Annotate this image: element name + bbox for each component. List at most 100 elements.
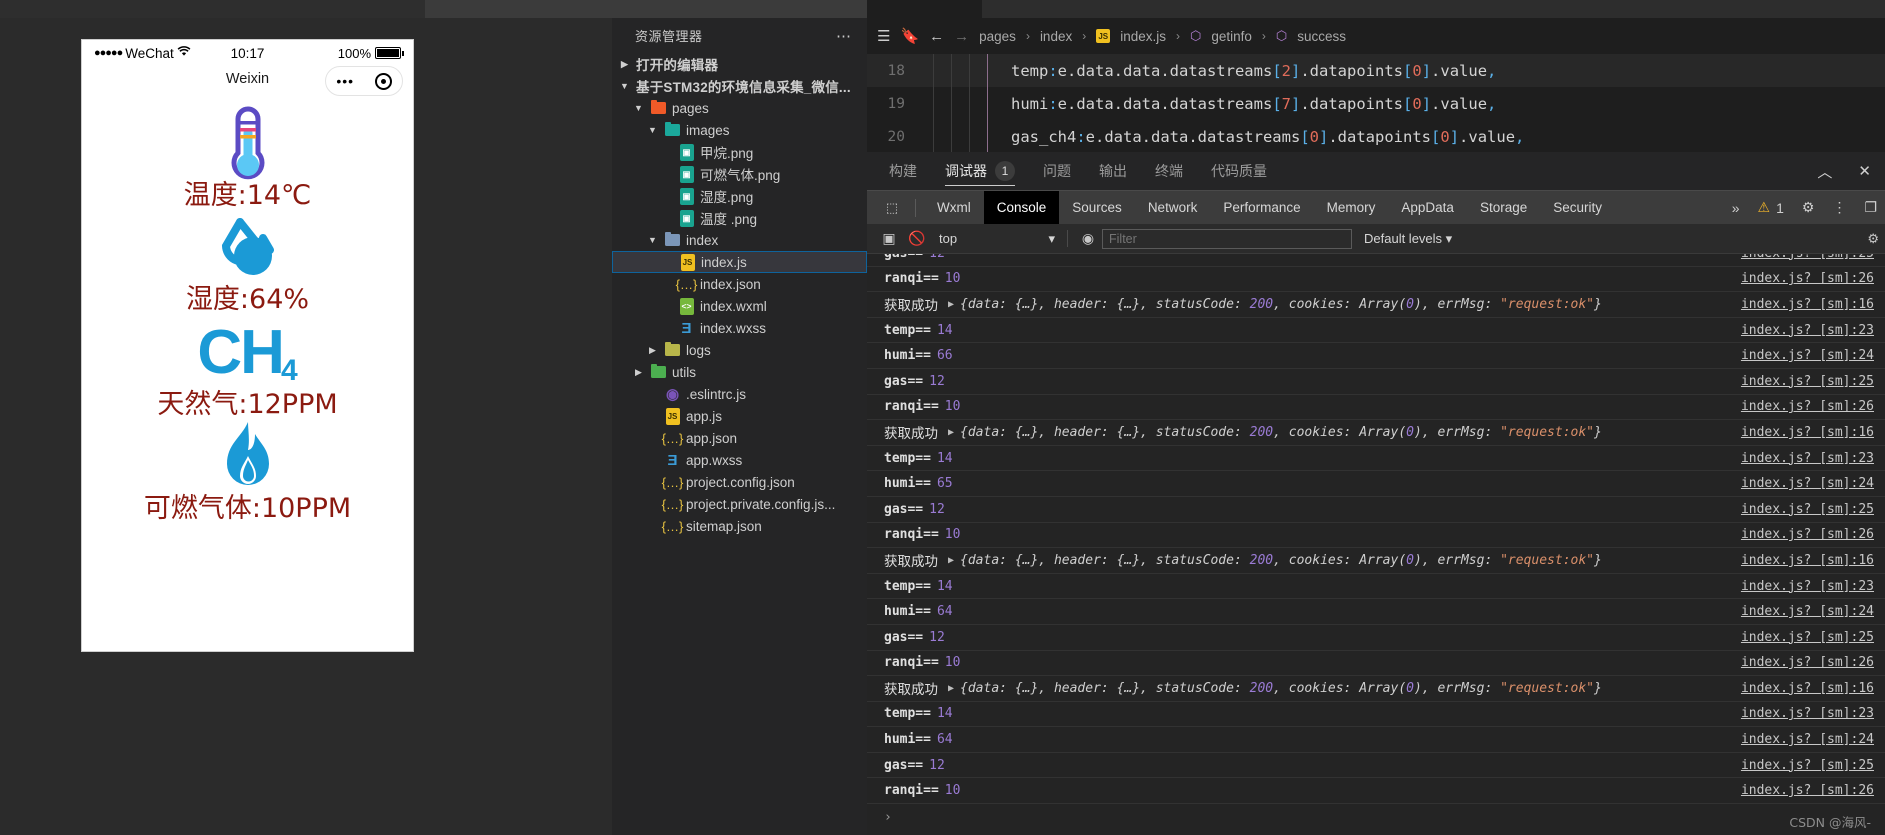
log-source-link[interactable]: index.js? [sm]:16 bbox=[1741, 681, 1874, 696]
log-source-link[interactable]: index.js? [sm]:25 bbox=[1741, 374, 1874, 389]
target-icon[interactable] bbox=[374, 72, 392, 90]
console-log-row[interactable]: gas== 12 index.js? [sm]:25 bbox=[867, 497, 1885, 523]
clear-console-icon[interactable]: 🚫 bbox=[903, 224, 931, 254]
log-source-link[interactable]: index.js? [sm]:26 bbox=[1741, 271, 1874, 286]
filter-input[interactable] bbox=[1102, 228, 1352, 249]
console-log-row[interactable]: 获取成功 ▶ {data: {…}, header: {…}, statusCode… bbox=[867, 676, 1885, 702]
ellipsis-icon[interactable]: ⋯ bbox=[836, 27, 853, 45]
tree-item-index[interactable]: ▼ index bbox=[612, 229, 867, 251]
console-log-row[interactable]: 获取成功 ▶ {data: {…}, header: {…}, statusCode… bbox=[867, 548, 1885, 574]
breadcrumb[interactable]: ☰ 🔖 ← → pages › index › JS index.js › ⬡ … bbox=[867, 18, 1885, 54]
breadcrumb-success[interactable]: success bbox=[1297, 29, 1346, 44]
panel-actions[interactable]: ︿ ✕ bbox=[1817, 152, 1871, 190]
tree-item-index-js[interactable]: JS index.js bbox=[612, 251, 867, 273]
console-log-row[interactable]: 获取成功 ▶ {data: {…}, header: {…}, statusCode… bbox=[867, 420, 1885, 446]
file-tree[interactable]: ▶ 打开的编辑器 ▼ 基于STM32的环境信息采集_微信... ▼ pages ▼ image… bbox=[612, 53, 867, 537]
log-source-link[interactable]: index.js? [sm]:23 bbox=[1741, 706, 1874, 721]
devtools-right-actions[interactable]: » ⚠ 1 ⚙ ⋮ ❐ bbox=[1732, 199, 1877, 216]
tree-item-png[interactable]: ▣ 可燃气体.png bbox=[612, 163, 867, 185]
console-log-row[interactable]: gas== 12 index.js? [sm]:25 bbox=[867, 753, 1885, 779]
tree-item-project-private-config-js[interactable]: {…} project.private.config.js... bbox=[612, 493, 867, 515]
tree-item-app-wxss[interactable]: Ǝapp.wxss bbox=[612, 449, 867, 471]
panel-tab-终端[interactable]: 终端 bbox=[1155, 152, 1183, 190]
panel-tab-代码质量[interactable]: 代码质量 bbox=[1211, 152, 1267, 190]
panel-tab-bar[interactable]: ︿ ✕ 构建 调试器 1 问题 输出 终端 代码质量 bbox=[867, 152, 1885, 190]
console-log-row[interactable]: humi== 65 index.js? [sm]:24 bbox=[867, 471, 1885, 497]
console-filter-bar[interactable]: ▣ 🚫 top ▾ ◉ Default levels ▾ ⚙ bbox=[867, 224, 1885, 254]
chevron-right-icon[interactable]: ▶ bbox=[632, 367, 645, 378]
log-source-link[interactable]: index.js? [sm]:25 bbox=[1741, 630, 1874, 645]
expand-triangle-icon[interactable]: ▶ bbox=[938, 299, 960, 310]
log-source-link[interactable]: index.js? [sm]:26 bbox=[1741, 783, 1874, 798]
log-source-link[interactable]: index.js? [sm]:23 bbox=[1741, 579, 1874, 594]
warning-indicator[interactable]: ⚠ 1 bbox=[1758, 199, 1784, 216]
log-source-link[interactable]: index.js? [sm]:24 bbox=[1741, 348, 1874, 363]
panel-tab-问题[interactable]: 问题 bbox=[1043, 152, 1071, 190]
tree-item-logs[interactable]: ▶ logs bbox=[612, 339, 867, 361]
wechat-capsule-button[interactable]: ••• bbox=[325, 66, 403, 96]
tree-item-png[interactable]: ▣ 甲烷.png bbox=[612, 141, 867, 163]
breadcrumb-indexjs[interactable]: index.js bbox=[1120, 29, 1166, 44]
log-source-link[interactable]: index.js? [sm]:26 bbox=[1741, 399, 1874, 414]
tree-item-sitemap-json[interactable]: {…} sitemap.json bbox=[612, 515, 867, 537]
log-source-link[interactable]: index.js? [sm]:23 bbox=[1741, 323, 1874, 338]
chevron-down-icon[interactable]: ▼ bbox=[632, 103, 645, 113]
chevron-down-icon[interactable]: ▼ bbox=[646, 125, 659, 135]
tree-item-app-js[interactable]: JS app.js bbox=[612, 405, 867, 427]
editor-active-tab[interactable] bbox=[867, 0, 982, 18]
chevron-down-icon[interactable]: ▼ bbox=[618, 81, 631, 91]
inspect-element-icon[interactable]: ⬚ bbox=[877, 200, 907, 216]
breadcrumb-index[interactable]: index bbox=[1040, 29, 1072, 44]
log-source-link[interactable]: index.js? [sm]:25 bbox=[1741, 254, 1874, 261]
console-output[interactable]: gas==12index.js? [sm]:25ranqi==10index.j… bbox=[867, 254, 1885, 835]
tree-item-png[interactable]: ▣ 湿度.png bbox=[612, 185, 867, 207]
log-source-link[interactable]: index.js? [sm]:24 bbox=[1741, 476, 1874, 491]
code-line[interactable]: 18 temp:e.data.data.datastreams[2].datapo… bbox=[867, 54, 1885, 87]
log-source-link[interactable]: index.js? [sm]:26 bbox=[1741, 655, 1874, 670]
log-source-link[interactable]: index.js? [sm]:26 bbox=[1741, 527, 1874, 542]
devtools-tab-performance[interactable]: Performance bbox=[1210, 191, 1313, 225]
log-source-link[interactable]: index.js? [sm]:24 bbox=[1741, 732, 1874, 747]
chevron-right-icon[interactable]: ▶ bbox=[618, 59, 631, 70]
devtools-tab-sources[interactable]: Sources bbox=[1059, 191, 1135, 225]
panel-tab-输出[interactable]: 输出 bbox=[1099, 152, 1127, 190]
log-source-link[interactable]: index.js? [sm]:25 bbox=[1741, 502, 1874, 517]
devtools-tab-network[interactable]: Network bbox=[1135, 191, 1211, 225]
console-log-row[interactable]: temp== 14 index.js? [sm]:23 bbox=[867, 702, 1885, 728]
devtools-tab-security[interactable]: Security bbox=[1540, 191, 1615, 225]
tree-item-eslintrc-js[interactable]: ◉ .eslintrc.js bbox=[612, 383, 867, 405]
devtools-tabs[interactable]: Wxml Console Sources Network Performance Memo… bbox=[924, 190, 1615, 225]
console-log-row[interactable]: temp== 14 index.js? [sm]:23 bbox=[867, 446, 1885, 472]
tree-item-index-wxml[interactable]: <> index.wxml bbox=[612, 295, 867, 317]
tree-item-utils[interactable]: ▶ utils bbox=[612, 361, 867, 383]
devtools-tab-memory[interactable]: Memory bbox=[1314, 191, 1389, 225]
console-log-row[interactable]: ranqi== 10 index.js? [sm]:26 bbox=[867, 651, 1885, 677]
console-log-row[interactable]: ranqi== 10 index.js? [sm]:26 bbox=[867, 778, 1885, 805]
editor-tab-strip[interactable] bbox=[867, 0, 1885, 18]
log-source-link[interactable]: index.js? [sm]:23 bbox=[1741, 451, 1874, 466]
tree-item-pages[interactable]: ▼ pages bbox=[612, 97, 867, 119]
close-icon[interactable]: ✕ bbox=[1858, 162, 1871, 180]
expand-triangle-icon[interactable]: ▶ bbox=[938, 555, 960, 566]
console-log-row[interactable]: humi== 64 index.js? [sm]:24 bbox=[867, 599, 1885, 625]
breadcrumb-getinfo[interactable]: getinfo bbox=[1211, 29, 1252, 44]
sidebar-toggle-icon[interactable]: ▣ bbox=[875, 224, 903, 254]
devtools-tab-storage[interactable]: Storage bbox=[1467, 191, 1540, 225]
panel-tab-调试器[interactable]: 调试器 1 bbox=[945, 152, 1015, 190]
log-source-link[interactable]: index.js? [sm]:24 bbox=[1741, 604, 1874, 619]
tree-item-project-config-json[interactable]: {…} project.config.json bbox=[612, 471, 867, 493]
arrow-left-icon[interactable]: ← bbox=[929, 28, 944, 45]
console-log-row[interactable]: ranqi== 10 index.js? [sm]:26 bbox=[867, 395, 1885, 421]
devtools-tab-wxml[interactable]: Wxml bbox=[924, 191, 984, 225]
tree-item-index-wxss[interactable]: Ǝindex.wxss bbox=[612, 317, 867, 339]
tree-item-images[interactable]: ▼ images bbox=[612, 119, 867, 141]
log-levels-select[interactable]: Default levels ▾ bbox=[1364, 231, 1452, 247]
arrow-right-icon[interactable]: → bbox=[954, 28, 969, 45]
console-log-row[interactable]: ranqi== 10 index.js? [sm]:26 bbox=[867, 267, 1885, 293]
bookmark-icon[interactable]: 🔖 bbox=[900, 27, 919, 45]
devtools-tab-console[interactable]: Console bbox=[983, 190, 1060, 225]
overflow-tabs-icon[interactable]: » bbox=[1732, 200, 1740, 216]
console-log-row[interactable]: humi== 64 index.js? [sm]:24 bbox=[867, 727, 1885, 753]
chevron-right-icon[interactable]: ▶ bbox=[646, 345, 659, 356]
log-source-link[interactable]: index.js? [sm]:16 bbox=[1741, 297, 1874, 312]
